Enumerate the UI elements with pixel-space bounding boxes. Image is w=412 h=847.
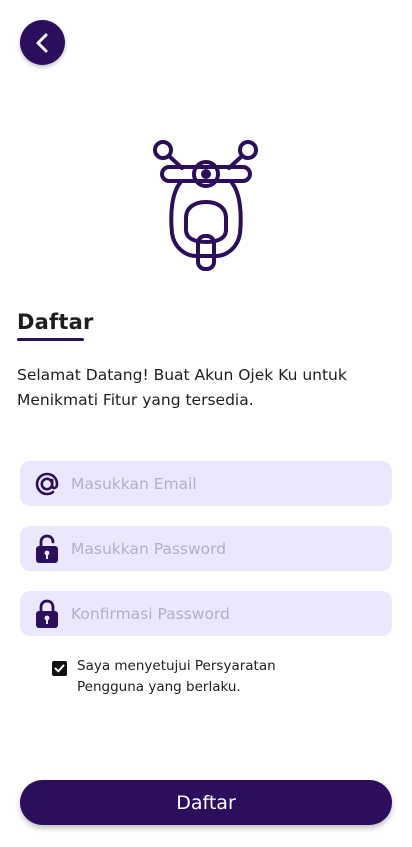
lock-icon [33, 599, 61, 629]
terms-checkbox[interactable] [52, 661, 67, 676]
password-input[interactable] [71, 539, 371, 558]
password-field[interactable] [20, 526, 392, 571]
checkmark-icon [54, 664, 65, 673]
register-screen: Daftar Selamat Datang! Buat Akun Ojek Ku… [0, 0, 412, 847]
confirm-password-input[interactable] [71, 604, 371, 623]
at-sign-icon [33, 469, 61, 499]
email-input[interactable] [71, 474, 371, 493]
chevron-left-icon [36, 33, 47, 52]
title-block: Daftar [17, 310, 94, 341]
title-underline [17, 338, 84, 341]
unlock-icon [33, 534, 61, 564]
confirm-password-field[interactable] [20, 591, 392, 636]
terms-label: Saya menyetujui Persyaratan Pengguna yan… [77, 658, 276, 695]
welcome-text: Selamat Datang! Buat Akun Ojek Ku untuk … [17, 366, 347, 409]
email-field[interactable] [20, 461, 392, 506]
register-button[interactable]: Daftar [20, 780, 392, 825]
terms-agreement: Saya menyetujui Persyaratan Pengguna yan… [52, 656, 307, 698]
page-title: Daftar [17, 310, 94, 334]
scooter-icon [153, 140, 258, 271]
back-button[interactable] [20, 20, 65, 65]
